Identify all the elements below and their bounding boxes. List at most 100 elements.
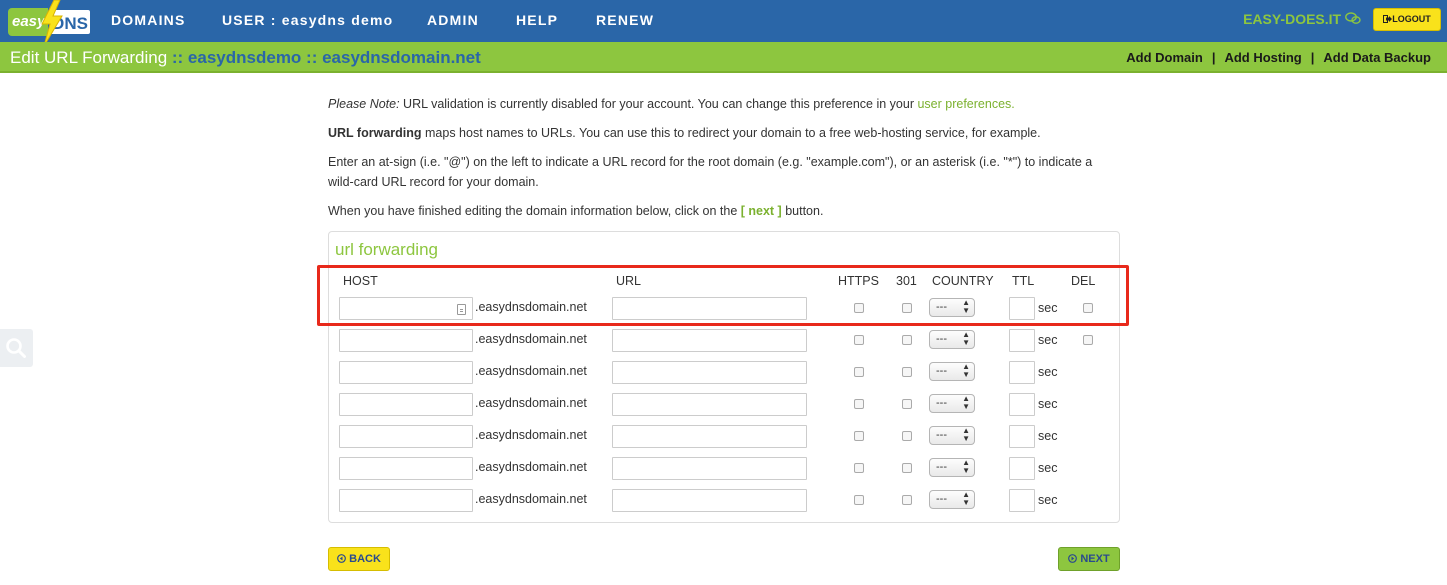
https-checkbox[interactable] — [854, 463, 864, 473]
table-row: .easydnsdomain.net --- ▲ ▼ sec — [329, 393, 1121, 417]
country-select[interactable]: --- ▲ ▼ — [929, 426, 975, 445]
https-checkbox[interactable] — [854, 335, 864, 345]
host-input[interactable] — [339, 489, 473, 512]
url-input[interactable] — [612, 425, 807, 448]
country-select[interactable]: --- ▲ ▼ — [929, 330, 975, 349]
ttl-input[interactable] — [1009, 329, 1035, 352]
country-select-value: --- — [936, 397, 947, 409]
url-forwarding-desc: maps host names to URLs. You can use thi… — [421, 126, 1041, 140]
country-select[interactable]: --- ▲ ▼ — [929, 490, 975, 509]
country-select-value: --- — [936, 461, 947, 473]
url-forwarding-term: URL forwarding — [328, 126, 422, 140]
url-input[interactable] — [612, 361, 807, 384]
host-input[interactable] — [339, 361, 473, 384]
search-side-tab[interactable] — [0, 329, 33, 367]
logout-button[interactable]: LOGOUT — [1373, 8, 1441, 31]
nav-domains[interactable]: DOMAINS — [111, 12, 186, 28]
select-arrows-icon: ▲ ▼ — [962, 426, 970, 443]
url-input[interactable] — [612, 489, 807, 512]
delete-checkbox[interactable] — [1083, 335, 1093, 345]
select-arrows-icon: ▲ ▼ — [962, 490, 970, 507]
finish-text: When you have finished editing the domai… — [328, 204, 741, 218]
host-input[interactable] — [339, 393, 473, 416]
host-input[interactable] — [339, 329, 473, 352]
panel-title: url forwarding — [335, 240, 438, 259]
logout-icon — [1383, 15, 1393, 23]
301-checkbox[interactable] — [902, 495, 912, 505]
select-arrows-icon: ▲ ▼ — [962, 394, 970, 411]
country-select[interactable]: --- ▲ ▼ — [929, 394, 975, 413]
select-arrows-icon: ▲ ▼ — [962, 330, 970, 347]
easy-does-it-link[interactable]: EASY-DOES.IT — [1243, 11, 1361, 27]
host-input[interactable] — [339, 425, 473, 448]
url-input[interactable] — [612, 393, 807, 416]
https-checkbox[interactable] — [854, 431, 864, 441]
logout-label: LOGOUT — [1392, 14, 1431, 24]
ttl-input[interactable] — [1009, 457, 1035, 480]
at-sign-paragraph: Enter an at-sign (i.e. "@") on the left … — [328, 155, 1093, 189]
301-checkbox[interactable] — [902, 399, 912, 409]
ttl-input[interactable] — [1009, 489, 1035, 512]
domain-suffix: .easydnsdomain.net — [475, 396, 587, 410]
chat-bubbles-icon — [1345, 12, 1361, 24]
host-input[interactable] — [339, 457, 473, 480]
page-title-text: Edit URL Forwarding — [10, 48, 168, 67]
top-nav-bar: easy DNS DOMAINS USER : easydns demo ADM… — [0, 0, 1447, 46]
add-domain-link[interactable]: Add Domain — [1126, 50, 1203, 65]
301-checkbox[interactable] — [902, 431, 912, 441]
note-text: URL validation is currently disabled for… — [399, 97, 918, 111]
ttl-input[interactable] — [1009, 425, 1035, 448]
next-button[interactable]: NEXT — [1058, 547, 1120, 571]
https-checkbox[interactable] — [854, 399, 864, 409]
search-icon — [6, 338, 26, 358]
easydns-logo[interactable]: easy DNS — [8, 0, 92, 46]
ttl-unit: sec — [1038, 397, 1058, 411]
first-row-highlight — [317, 265, 1129, 326]
table-row: .easydnsdomain.net --- ▲ ▼ sec — [329, 425, 1121, 449]
url-input[interactable] — [612, 329, 807, 352]
ttl-unit: sec — [1038, 493, 1058, 507]
page-title: Edit URL Forwarding :: easydnsdemo :: ea… — [10, 48, 481, 68]
domain-suffix: .easydnsdomain.net — [475, 364, 587, 378]
select-arrows-icon: ▲ ▼ — [962, 362, 970, 379]
domain-suffix: .easydnsdomain.net — [475, 460, 587, 474]
back-button[interactable]: BACK — [328, 547, 390, 571]
next-reference: [ next ] — [740, 204, 782, 218]
url-input[interactable] — [612, 457, 807, 480]
lightning-bolt-icon — [41, 0, 63, 46]
ttl-input[interactable] — [1009, 361, 1035, 384]
url-forwarding-paragraph: URL forwarding maps host names to URLs. … — [328, 123, 1120, 143]
https-checkbox[interactable] — [854, 367, 864, 377]
ttl-unit: sec — [1038, 333, 1058, 347]
page-header-bar: Edit URL Forwarding :: easydnsdemo :: ea… — [0, 42, 1447, 73]
finish-text-end: button. — [781, 204, 824, 218]
301-checkbox[interactable] — [902, 463, 912, 473]
add-data-backup-link[interactable]: Add Data Backup — [1323, 50, 1431, 65]
301-checkbox[interactable] — [902, 335, 912, 345]
nav-admin[interactable]: ADMIN — [427, 12, 479, 28]
note-paragraph: Please Note: URL validation is currently… — [328, 94, 1120, 114]
country-select-value: --- — [936, 365, 947, 377]
ttl-input[interactable] — [1009, 393, 1035, 416]
nav-help[interactable]: HELP — [516, 12, 558, 28]
table-row: .easydnsdomain.net --- ▲ ▼ sec — [329, 329, 1121, 353]
select-arrows-icon: ▲ ▼ — [962, 458, 970, 475]
domain-breadcrumb: :: easydnsdemo :: easydnsdomain.net — [171, 48, 481, 67]
domain-suffix: .easydnsdomain.net — [475, 332, 587, 346]
country-select-value: --- — [936, 333, 947, 345]
country-select[interactable]: --- ▲ ▼ — [929, 362, 975, 381]
table-row: .easydnsdomain.net --- ▲ ▼ sec — [329, 489, 1121, 513]
country-select[interactable]: --- ▲ ▼ — [929, 458, 975, 477]
user-preferences-link[interactable]: user preferences. — [917, 97, 1014, 111]
circle-arrow-right-icon — [1068, 554, 1078, 563]
nav-user[interactable]: USER : easydns demo — [222, 12, 393, 28]
instructions: Please Note: URL validation is currently… — [328, 94, 1120, 230]
nav-renew[interactable]: RENEW — [596, 12, 654, 28]
link-separator: | — [1310, 50, 1315, 65]
301-checkbox[interactable] — [902, 367, 912, 377]
country-select-value: --- — [936, 429, 947, 441]
note-label: Please Note: — [328, 97, 400, 111]
add-hosting-link[interactable]: Add Hosting — [1224, 50, 1301, 65]
https-checkbox[interactable] — [854, 495, 864, 505]
circle-arrow-left-icon — [337, 554, 346, 563]
